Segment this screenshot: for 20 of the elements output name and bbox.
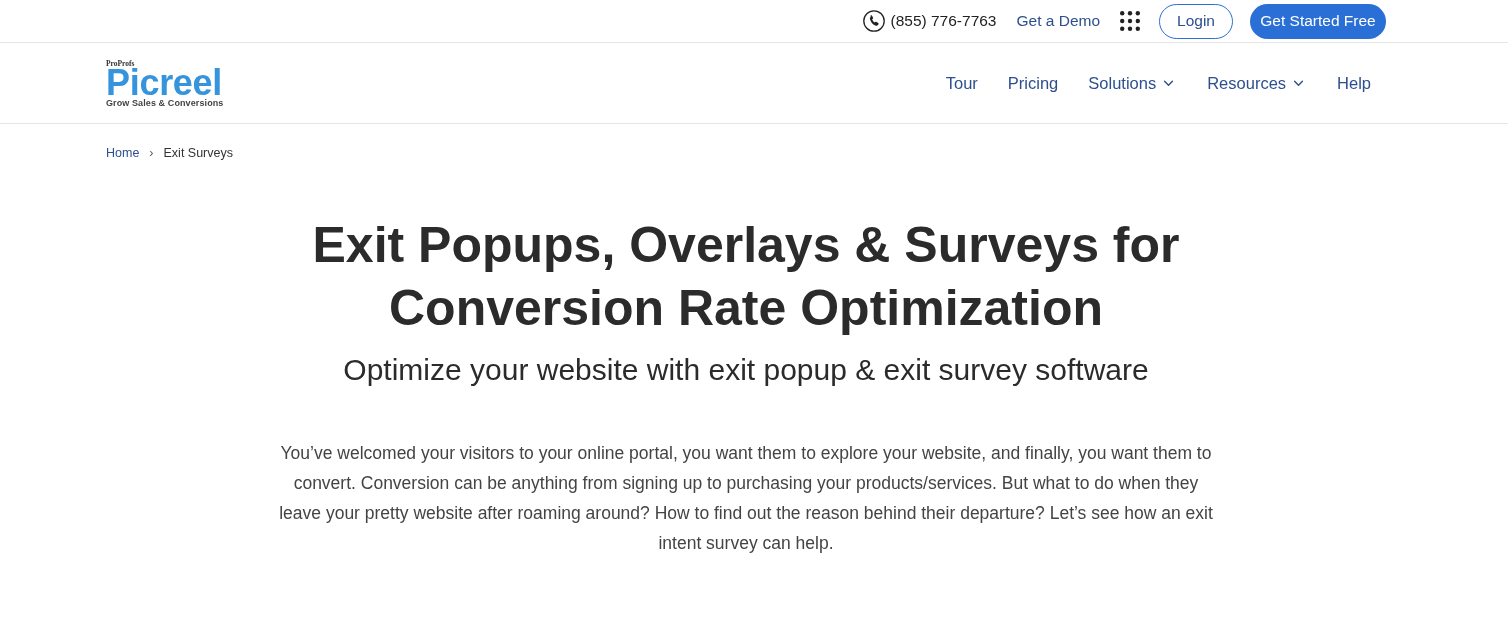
nav-link[interactable]: Help: [1337, 73, 1371, 93]
nav-link[interactable]: Tour: [945, 73, 978, 93]
breadcrumb-current: Exit Surveys: [163, 146, 233, 160]
apps-grid-icon[interactable]: [1120, 11, 1141, 31]
chevron-down-icon: [1163, 79, 1175, 87]
breadcrumb-home-link[interactable]: Home: [106, 146, 140, 160]
nav-link[interactable]: Pricing: [1007, 73, 1059, 93]
page-subheading: Optimize your website with exit popup & exit survey software: [343, 352, 1149, 388]
phone-number-link[interactable]: (855) 776-7763: [890, 12, 997, 30]
phone-icon: [862, 10, 885, 32]
page-heading: Exit Popups, Overlays & Surveys for Conversion Rate Optimization: [311, 216, 1181, 338]
breadcrumb-separator: ›: [149, 146, 154, 160]
get-demo-link[interactable]: Get a Demo: [1016, 12, 1101, 30]
chevron-down-icon: [1293, 79, 1305, 87]
get-started-button[interactable]: Get Started Free: [1250, 3, 1386, 39]
nav-link[interactable]: Solutions: [1088, 73, 1175, 93]
nav-link[interactable]: Resources: [1207, 73, 1305, 93]
login-button[interactable]: Login: [1159, 3, 1233, 39]
logo-tagline: Grow Sales & Conversions: [106, 97, 224, 109]
intro-paragraph: You’ve welcomed your visitors to your online portal, you want them to explore your website, and finally, you want them to convert. Conversion can be anything from signing up to purchasing your products/services. But what to do when they leave your pretty website after roaming around? How to find out the reason behind their departure? Let’s see how an exit intent survey can help.: [278, 442, 1214, 555]
